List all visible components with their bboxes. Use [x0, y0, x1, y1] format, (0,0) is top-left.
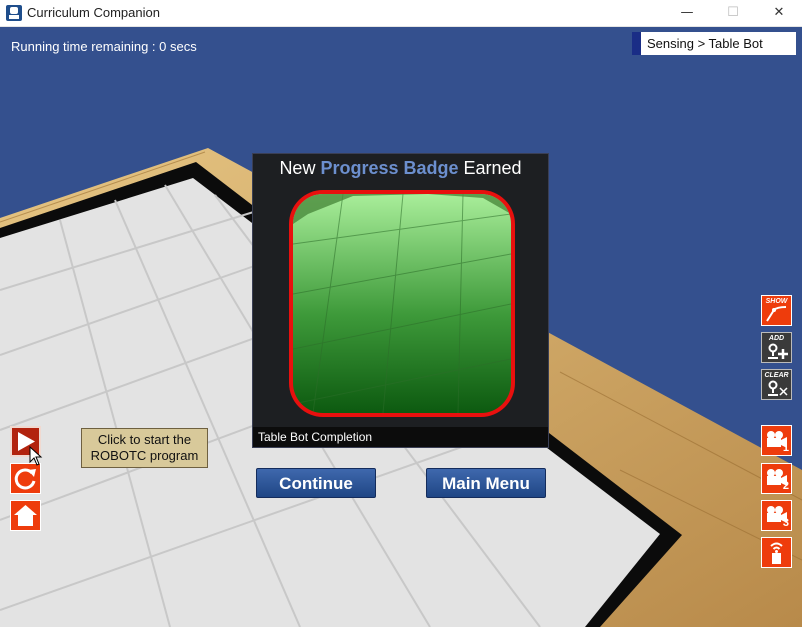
- tooltip-line-1: Click to start the: [97, 432, 192, 447]
- home-button[interactable]: [10, 500, 41, 531]
- remote-control-button[interactable]: [761, 537, 792, 568]
- camera-2-number: 2: [782, 480, 789, 492]
- show-path-button[interactable]: SHOW: [761, 295, 792, 326]
- badge-title-prefix: New: [279, 158, 321, 178]
- main-menu-button[interactable]: Main Menu: [426, 468, 546, 498]
- reset-button[interactable]: [10, 463, 41, 494]
- window-title: Curriculum Companion: [27, 5, 160, 20]
- minimize-button[interactable]: —: [664, 0, 710, 26]
- title-bar: Curriculum Companion — ☐ ✕: [0, 0, 802, 27]
- camera-3-number: 3: [782, 517, 789, 529]
- simulation-viewport[interactable]: Running time remaining : 0 secs Sensing …: [0, 27, 802, 627]
- badge-dialog: New Progress Badge Earned Table Bot Comp…: [252, 153, 549, 448]
- camera-1-number: 1: [782, 442, 789, 454]
- green-grid-badge-icon: [253, 154, 548, 447]
- camera-1-button[interactable]: 1: [761, 425, 792, 456]
- maximize-button[interactable]: ☐: [710, 0, 756, 26]
- add-marker-icon: [768, 343, 788, 359]
- home-icon: [14, 505, 37, 526]
- close-button[interactable]: ✕: [756, 0, 802, 26]
- reset-icon: [14, 468, 36, 490]
- start-program-tooltip: Click to start the ROBOTC program: [81, 428, 208, 468]
- badge-title: New Progress Badge Earned: [253, 158, 548, 179]
- camera-2-button[interactable]: 2: [761, 463, 792, 494]
- badge-title-highlight: Progress Badge: [320, 158, 459, 178]
- add-marker-button[interactable]: ADD: [761, 332, 792, 363]
- continue-button[interactable]: Continue: [256, 468, 376, 498]
- tooltip-line-2: ROBOTC program: [90, 448, 199, 463]
- camera-3-button[interactable]: 3: [761, 500, 792, 531]
- path-line-icon: [766, 306, 787, 322]
- app-window: Curriculum Companion — ☐ ✕ Running time …: [0, 0, 802, 627]
- clear-markers-button[interactable]: CLEAR: [761, 369, 792, 400]
- robot-app-icon: [6, 5, 22, 21]
- remote-control-icon: [770, 542, 783, 564]
- breadcrumb: Sensing > Table Bot: [632, 32, 796, 55]
- running-time-label: Running time remaining : 0 secs: [11, 39, 197, 54]
- badge-caption: Table Bot Completion: [253, 427, 548, 447]
- badge-title-suffix: Earned: [458, 158, 522, 178]
- mouse-cursor-icon: [29, 446, 43, 466]
- clear-markers-icon: [768, 380, 788, 396]
